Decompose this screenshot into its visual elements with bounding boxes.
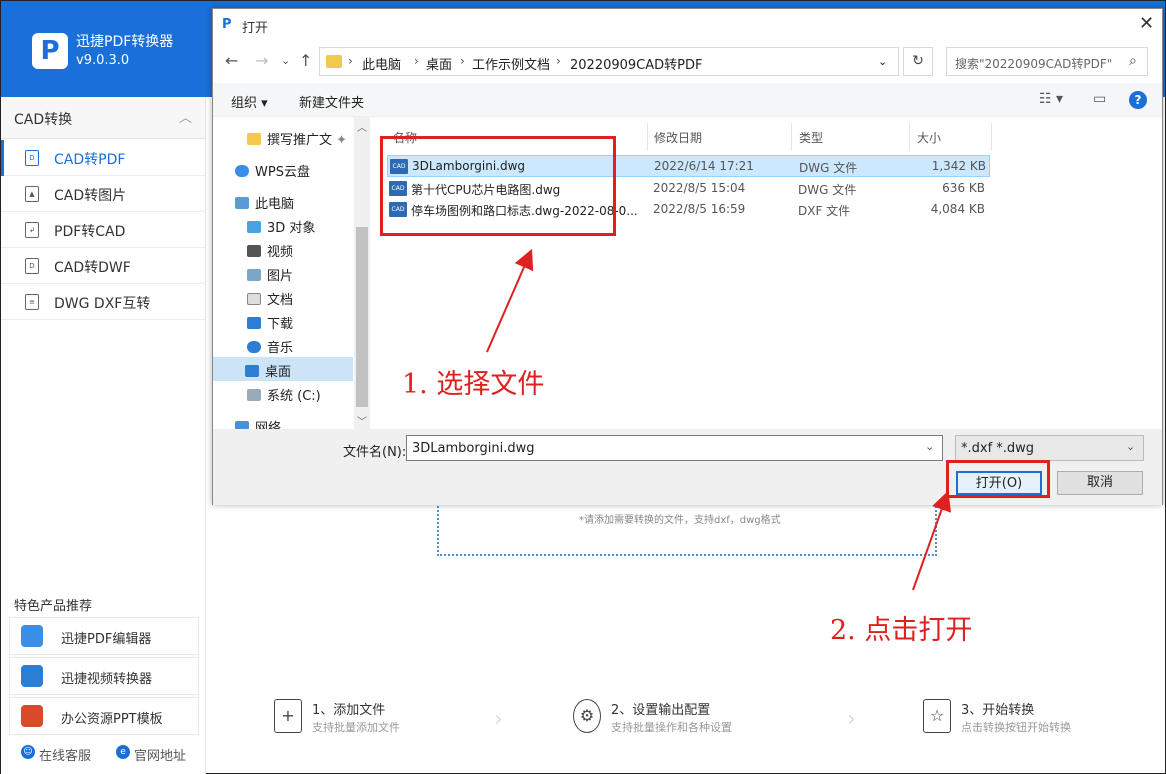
annotation-arrow-2 <box>912 490 952 591</box>
annotation-arrow-1 <box>486 248 534 353</box>
annotation-step1: 1. 选择文件 <box>402 369 545 400</box>
annotation-arrows <box>486 248 952 591</box>
annotation-step2: 2. 点击打开 <box>830 615 973 646</box>
